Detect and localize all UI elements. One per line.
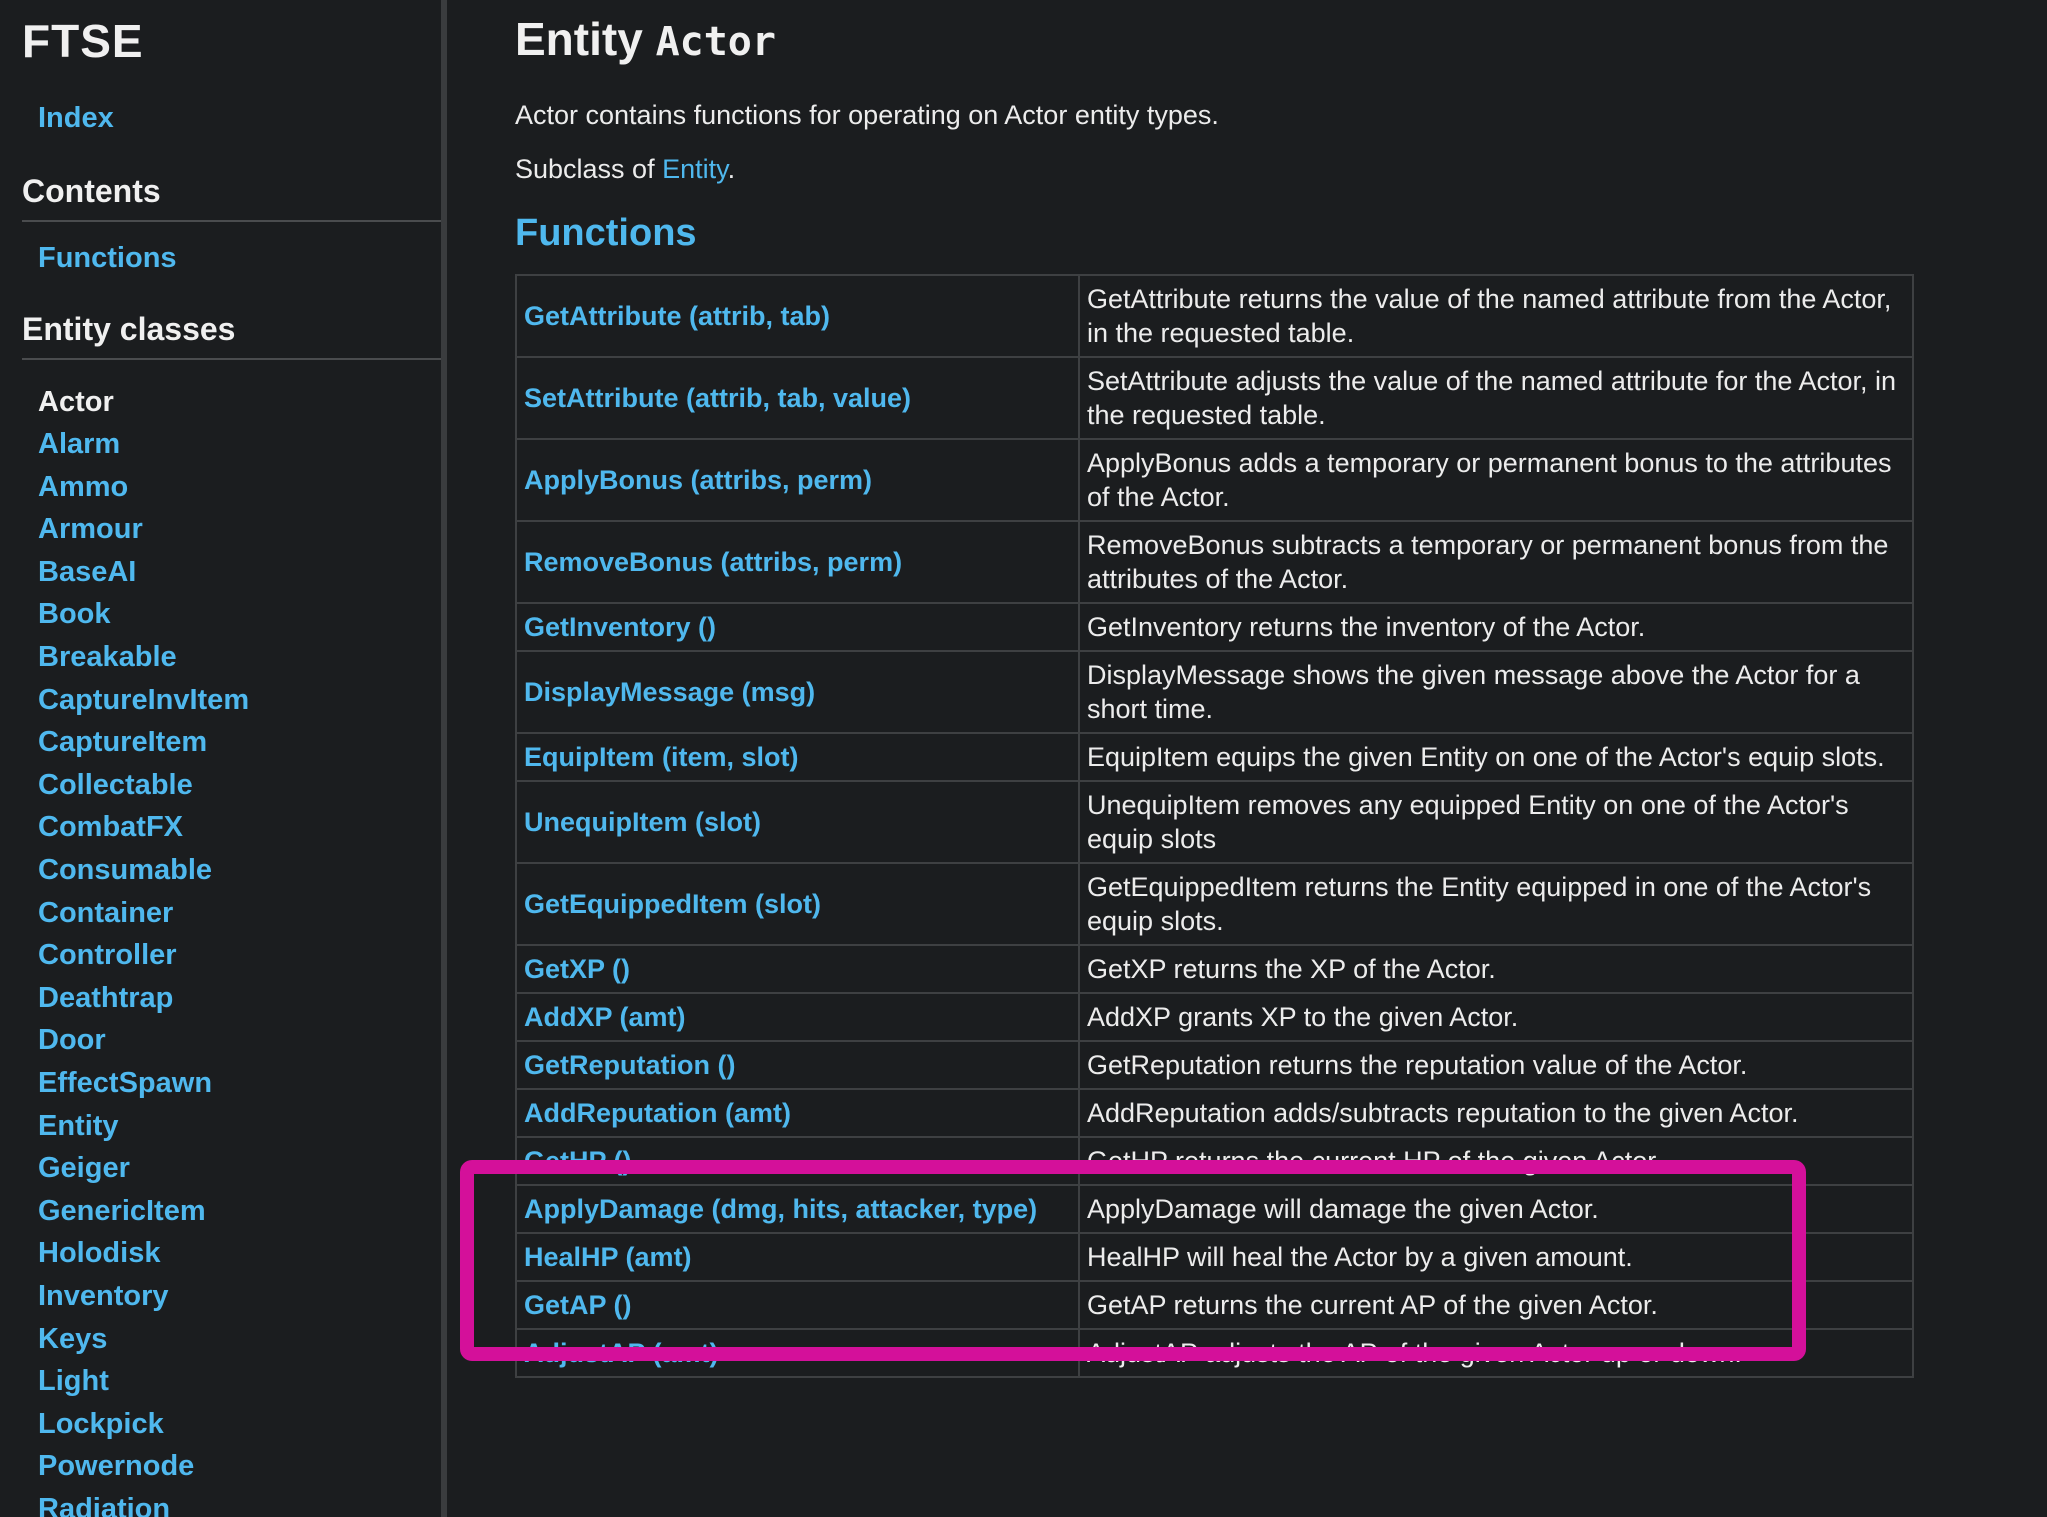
function-description: GetInventory returns the inventory of th… — [1078, 602, 1914, 652]
function-name-link[interactable]: RemoveBonus (attribs, perm) — [515, 520, 1080, 604]
sidebar: FTSE Index Contents Functions Entity cla… — [0, 0, 447, 1517]
function-row: GetXP () GetXP returns the XP of the Acto… — [515, 944, 1914, 994]
function-name-link[interactable]: AddXP (amt) — [515, 992, 1080, 1042]
sidebar-item-lockpick[interactable]: Lockpick — [38, 1409, 164, 1439]
sidebar-item-actor: Actor — [38, 386, 114, 418]
function-description: EquipItem equips the given Entity on one… — [1078, 732, 1914, 782]
function-description: HealHP will heal the Actor by a given am… — [1078, 1232, 1914, 1282]
sidebar-item-light[interactable]: Light — [38, 1367, 109, 1396]
subclass-prefix: Subclass of — [515, 154, 655, 184]
function-row: DisplayMessage (msg) DisplayMessage shows… — [515, 650, 1914, 734]
function-row: GetAttribute (attrib, tab) GetAttribute r… — [515, 274, 1914, 358]
function-name-link[interactable]: GetAP () — [515, 1280, 1080, 1330]
function-description: GetAP returns the current AP of the give… — [1078, 1280, 1914, 1330]
function-name-link[interactable]: ApplyDamage (dmg, hits, attacker, type) — [515, 1184, 1080, 1234]
function-description: AddXP grants XP to the given Actor. — [1078, 992, 1914, 1042]
sidebar-item-armour[interactable]: Armour — [38, 515, 143, 544]
sidebar-item-consumable[interactable]: Consumable — [38, 856, 212, 885]
sidebar-item-keys[interactable]: Keys — [38, 1324, 107, 1354]
sidebar-item-captureinvitem[interactable]: CaptureInvItem — [38, 685, 249, 715]
function-name-link[interactable]: GetHP () — [515, 1136, 1080, 1186]
function-name-link[interactable]: GetEquippedItem (slot) — [515, 862, 1080, 946]
function-description: GetReputation returns the reputation val… — [1078, 1040, 1914, 1090]
function-name-link[interactable]: GetXP () — [515, 944, 1080, 994]
function-name-link[interactable]: GetAttribute (attrib, tab) — [515, 274, 1080, 358]
page-title: Entity Actor — [515, 12, 776, 66]
sidebar-item-container[interactable]: Container — [38, 898, 173, 928]
function-description: RemoveBonus subtracts a temporary or per… — [1078, 520, 1914, 604]
sidebar-item-alarm[interactable]: Alarm — [38, 430, 120, 459]
sidebar-item-door[interactable]: Door — [38, 1026, 106, 1055]
page-title-class: Actor — [655, 19, 776, 65]
sidebar-item-book[interactable]: Book — [38, 600, 111, 629]
sidebar-item-inventory[interactable]: Inventory — [38, 1282, 169, 1311]
function-description: DisplayMessage shows the given message a… — [1078, 650, 1914, 734]
sidebar-item-combatfx[interactable]: CombatFX — [38, 813, 183, 842]
function-row: GetEquippedItem (slot) GetEquippedItem re… — [515, 862, 1914, 946]
functions-table: GetAttribute (attrib, tab) GetAttribute r… — [515, 274, 1914, 1378]
sidebar-item-collectable[interactable]: Collectable — [38, 770, 193, 800]
function-row: GetAP () GetAP returns the current AP of … — [515, 1280, 1914, 1330]
index-link[interactable]: Index — [38, 104, 114, 133]
main-content: Entity Actor Actor contains functions fo… — [447, 0, 2047, 1517]
function-description: ApplyDamage will damage the given Actor. — [1078, 1184, 1914, 1234]
brand-title: FTSE — [22, 15, 144, 67]
subclass-line: Subclass of Entity. — [515, 154, 735, 185]
function-row: ApplyBonus (attribs, perm) ApplyBonus add… — [515, 438, 1914, 522]
function-description: UnequipItem removes any equipped Entity … — [1078, 780, 1914, 864]
function-name-link[interactable]: DisplayMessage (msg) — [515, 650, 1080, 734]
sidebar-item-radiation[interactable]: Radiation — [38, 1495, 170, 1517]
sidebar-item-breakable[interactable]: Breakable — [38, 643, 177, 672]
function-name-link[interactable]: AddReputation (amt) — [515, 1088, 1080, 1138]
function-name-link[interactable]: AdjustAP (amt) — [515, 1328, 1080, 1378]
function-description: GetAttribute returns the value of the na… — [1078, 274, 1914, 358]
function-description: AdjustAP adjusts the AP of the given Act… — [1078, 1328, 1914, 1378]
function-name-link[interactable]: EquipItem (item, slot) — [515, 732, 1080, 782]
function-description: GetEquippedItem returns the Entity equip… — [1078, 862, 1914, 946]
sidebar-item-captureitem[interactable]: CaptureItem — [38, 728, 207, 757]
function-name-link[interactable]: SetAttribute (attrib, tab, value) — [515, 356, 1080, 440]
function-row: UnequipItem (slot) UnequipItem removes an… — [515, 780, 1914, 864]
sidebar-item-geiger[interactable]: Geiger — [38, 1154, 130, 1183]
entity-link[interactable]: Entity — [662, 154, 728, 184]
function-name-link[interactable]: ApplyBonus (attribs, perm) — [515, 438, 1080, 522]
entity-classes-heading: Entity classes — [22, 311, 441, 360]
function-row: AdjustAP (amt) AdjustAP adjusts the AP of… — [515, 1328, 1914, 1378]
function-row: ApplyDamage (dmg, hits, attacker, type) A… — [515, 1184, 1914, 1234]
sidebar-item-baseai[interactable]: BaseAI — [38, 557, 136, 587]
sidebar-item-powernode[interactable]: Powernode — [38, 1452, 194, 1481]
page-title-prefix: Entity — [515, 13, 643, 65]
function-description: GetHP returns the current HP of the give… — [1078, 1136, 1914, 1186]
subclass-suffix: . — [727, 154, 736, 184]
function-row: AddXP (amt) AddXP grants XP to the given … — [515, 992, 1914, 1042]
class-description: Actor contains functions for operating o… — [515, 100, 1219, 130]
sidebar-item-genericitem[interactable]: GenericItem — [38, 1196, 206, 1226]
contents-heading: Contents — [22, 173, 441, 222]
function-row: RemoveBonus (attribs, perm) RemoveBonus s… — [515, 520, 1914, 604]
function-description: AddReputation adds/subtracts reputation … — [1078, 1088, 1914, 1138]
sidebar-item-effectspawn[interactable]: EffectSpawn — [38, 1069, 212, 1098]
function-name-link[interactable]: HealHP (amt) — [515, 1232, 1080, 1282]
function-name-link[interactable]: GetReputation () — [515, 1040, 1080, 1090]
function-row: EquipItem (item, slot) EquipItem equips t… — [515, 732, 1914, 782]
sidebar-item-ammo[interactable]: Ammo — [38, 472, 128, 502]
function-row: HealHP (amt) HealHP will heal the Actor b… — [515, 1232, 1914, 1282]
functions-link[interactable]: Functions — [38, 244, 177, 273]
function-row: GetReputation () GetReputation returns th… — [515, 1040, 1914, 1090]
function-description: SetAttribute adjusts the value of the na… — [1078, 356, 1914, 440]
sidebar-item-controller[interactable]: Controller — [38, 941, 177, 970]
function-row: GetHP () GetHP returns the current HP of … — [515, 1136, 1914, 1186]
function-name-link[interactable]: UnequipItem (slot) — [515, 780, 1080, 864]
function-row: SetAttribute (attrib, tab, value) SetAttr… — [515, 356, 1914, 440]
functions-heading: Functions — [515, 212, 697, 254]
function-description: ApplyBonus adds a temporary or permanent… — [1078, 438, 1914, 522]
function-name-link[interactable]: GetInventory () — [515, 602, 1080, 652]
function-description: GetXP returns the XP of the Actor. — [1078, 944, 1914, 994]
sidebar-item-holodisk[interactable]: Holodisk — [38, 1239, 160, 1268]
sidebar-item-deathtrap[interactable]: Deathtrap — [38, 983, 173, 1013]
function-row: GetInventory () GetInventory returns the … — [515, 602, 1914, 652]
sidebar-item-entity[interactable]: Entity — [38, 1111, 119, 1141]
function-row: AddReputation (amt) AddReputation adds/su… — [515, 1088, 1914, 1138]
